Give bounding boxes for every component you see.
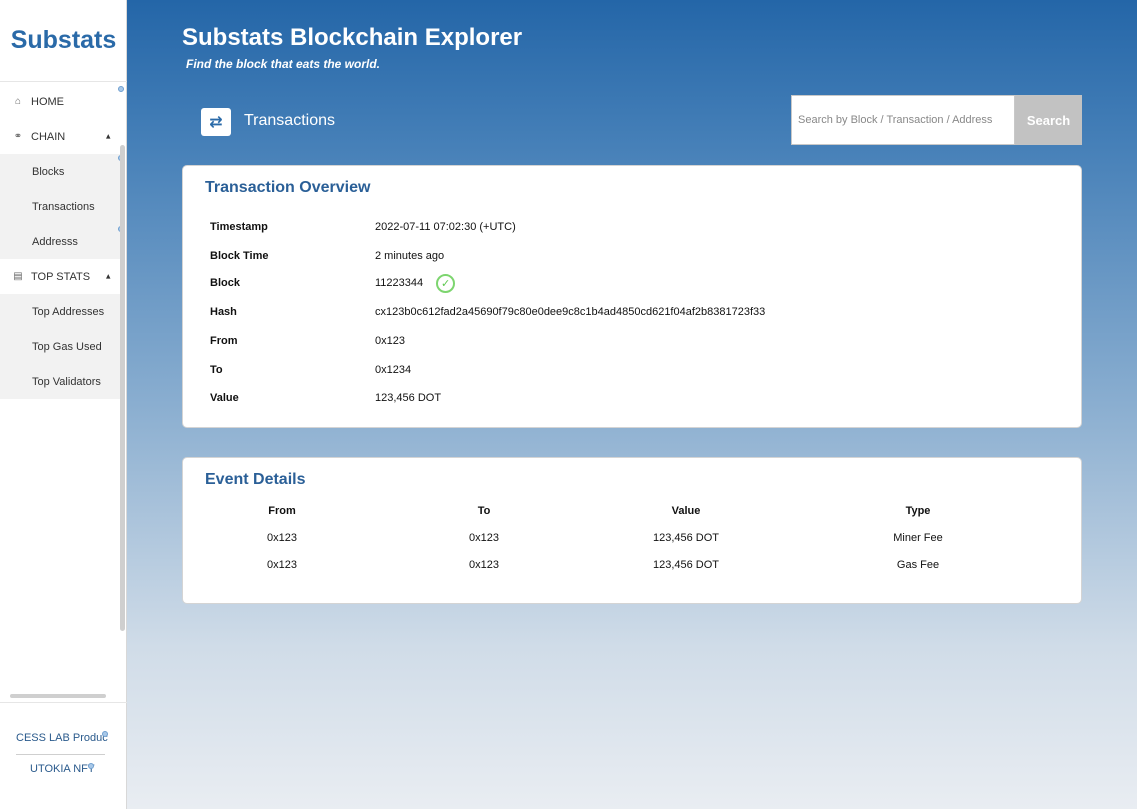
utokia-nft-link[interactable]: UTOKIA NFT: [30, 763, 122, 775]
column-header: Value: [671, 505, 701, 517]
field-value[interactable]: 0x123: [375, 335, 405, 347]
card-title: Transaction Overview: [205, 179, 371, 196]
app-tagline: Find the block that eats the world.: [186, 57, 381, 71]
card-title: Event Details: [205, 471, 306, 488]
field-label: Block: [210, 277, 240, 289]
chain-submenu: Blocks Transactions Addresss: [0, 154, 121, 259]
top-stats-submenu: Top Addresses Top Gas Used Top Validator…: [0, 294, 121, 399]
notification-dot: [88, 763, 94, 769]
field-label: From: [210, 335, 238, 347]
home-icon: ⌂: [14, 96, 22, 107]
table-cell[interactable]: 0x123: [202, 532, 362, 544]
app-title: Substats Blockchain Explorer: [182, 24, 523, 51]
overview-row-to: To 0x1234: [210, 361, 411, 379]
search-input[interactable]: [791, 95, 1015, 145]
sidebar-item-blocks[interactable]: Blocks: [0, 154, 121, 189]
overview-row-hash: Hash cx123b0c612fad2a45690f79c80e0dee9c8…: [210, 303, 765, 321]
table-cell[interactable]: 0x123: [404, 559, 564, 571]
cess-lab-products-link[interactable]: CESS LAB Products: [16, 732, 108, 744]
sidebar: Substats ⌂ HOME ⚭ CHAIN ▾ Blocks Transac…: [0, 0, 127, 809]
sidebar-item-label: TOP STATS: [31, 270, 91, 283]
sidebar-nav: ⌂ HOME ⚭ CHAIN ▾ Blocks Transactions Add…: [0, 84, 121, 399]
table-cell[interactable]: 0x123: [202, 559, 362, 571]
field-label: Block Time: [210, 250, 269, 262]
column-header: From: [268, 505, 296, 517]
sidebar-item-label: CHAIN: [31, 130, 66, 143]
link-icon: ⚭: [13, 131, 23, 142]
column-header: To: [477, 505, 491, 517]
field-value[interactable]: 0x1234: [375, 364, 411, 376]
transaction-overview-card: Transaction Overview Timestamp 2022-07-1…: [182, 165, 1082, 428]
field-label: Hash: [210, 306, 237, 318]
divider: [16, 754, 105, 755]
check-circle-icon: ✓: [436, 273, 456, 293]
chevron-up-icon: ▾: [106, 272, 111, 282]
logo[interactable]: Substats: [0, 0, 127, 82]
field-value[interactable]: cx123b0c612fad2a45690f79c80e0dee9c8c1b4a…: [375, 306, 765, 318]
sidebar-item-label: HOME: [31, 95, 64, 108]
sidebar-item-chain[interactable]: ⚭ CHAIN ▾: [0, 119, 121, 154]
sidebar-item-top-stats[interactable]: ▤ TOP STATS ▾: [0, 259, 121, 294]
event-details-card: Event Details From To Value Type 0x123 0…: [182, 457, 1082, 604]
field-value: 123,456 DOT: [375, 392, 442, 404]
field-value: 11223344 ✓: [375, 273, 456, 293]
field-label: Timestamp: [210, 221, 268, 233]
stats-icon: ▤: [13, 271, 23, 282]
search-button[interactable]: Search: [1015, 95, 1082, 145]
field-value: 2 minutes ago: [375, 250, 445, 262]
overview-row-from: From 0x123: [210, 332, 405, 350]
table-cell: 123,456 DOT: [652, 532, 720, 544]
sidebar-item-transactions[interactable]: Transactions: [0, 189, 121, 224]
table-cell: Miner Fee: [893, 532, 943, 544]
field-label: Value: [210, 392, 239, 404]
table-cell: 123,456 DOT: [652, 559, 720, 571]
overview-row-block: Block 11223344 ✓: [210, 273, 456, 293]
page-title: Transactions: [244, 112, 335, 129]
sidebar-item-top-addresses[interactable]: Top Addresses: [0, 294, 121, 329]
transfer-icon: ⇄: [201, 108, 231, 136]
column-header: Type: [905, 505, 931, 517]
overview-row-block-time: Block Time 2 minutes ago: [210, 247, 444, 265]
sidebar-item-top-validators[interactable]: Top Validators: [0, 364, 121, 399]
field-value: 2022-07-11 07:02:30 (+UTC): [375, 221, 516, 233]
table-cell: Gas Fee: [896, 559, 940, 571]
vertical-scrollbar[interactable]: [120, 145, 125, 631]
chevron-up-icon: ▾: [106, 132, 111, 142]
sidebar-item-home[interactable]: ⌂ HOME: [0, 84, 121, 119]
block-number-link[interactable]: 11223344: [375, 277, 423, 289]
overview-row-value: Value 123,456 DOT: [210, 389, 441, 407]
table-cell[interactable]: 0x123: [404, 532, 564, 544]
horizontal-scrollbar[interactable]: [10, 694, 106, 698]
sidebar-item-addresses[interactable]: Addresss: [0, 224, 121, 259]
notification-dot: [102, 731, 108, 737]
sidebar-item-top-gas-used[interactable]: Top Gas Used: [0, 329, 121, 364]
overview-row-timestamp: Timestamp 2022-07-11 07:02:30 (+UTC): [210, 218, 516, 236]
field-label: To: [210, 364, 223, 376]
sidebar-footer: CESS LAB Products UTOKIA NFT: [0, 702, 127, 809]
